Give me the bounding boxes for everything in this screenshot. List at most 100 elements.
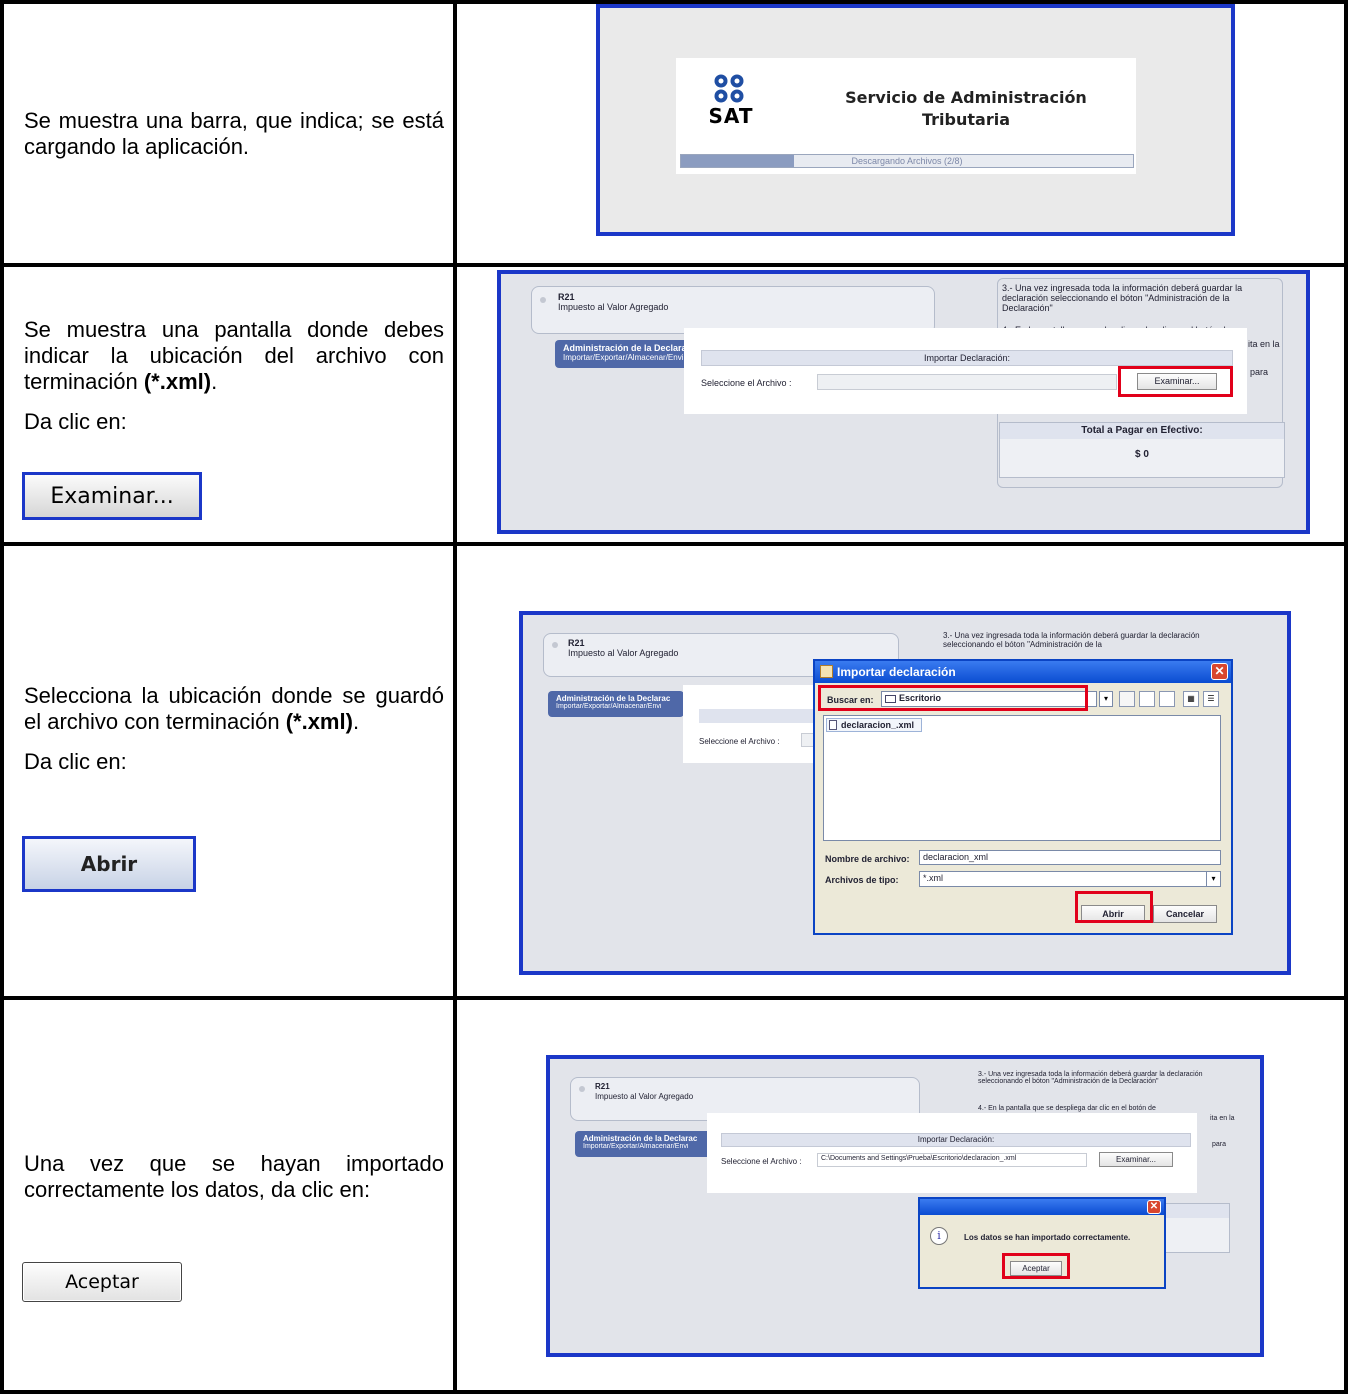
file-label: Seleccione el Archivo : [721,1157,802,1166]
close-icon[interactable]: ✕ [1211,663,1228,680]
file-list-item[interactable]: declaracion_.xml [826,718,922,732]
admin-sub: Importar/Exportar/Almacenar/Envi [583,1143,689,1150]
dialog-title-bar: Importar declaración [815,661,1231,683]
details-view-icon[interactable]: ☰ [1203,691,1219,707]
row3-desc-main: Selecciona la ubicación donde se guardó … [24,683,444,734]
toolbar-icons: ▦ ☰ [1119,691,1229,707]
r21-bullet [540,297,546,303]
admin-sub: Importar/Exportar/Almacenar/Envi [556,703,662,710]
row4-success-screenshot: R21 Impuesto al Valor Agregado Administr… [546,1055,1264,1357]
file-path-input[interactable]: C:\Documents and Settings\Prueba\Escrito… [817,1153,1087,1167]
table-border-left [0,0,4,1394]
aceptar-button-sample[interactable]: Aceptar [22,1262,182,1302]
message-text: Los datos se han importado correctamente… [964,1233,1131,1242]
org-name-line1: Servicio de Administración [845,88,1087,107]
info-icon: i [930,1227,948,1245]
instruction-tail-1: ita en la [1248,339,1280,349]
import-header-strip [699,709,823,723]
r21-desc: Impuesto al Valor Agregado [558,302,669,312]
table-border-right [1344,0,1348,1394]
table-border-bottom [0,1390,1348,1394]
total-pane-partial [1162,1203,1230,1253]
list-view-icon[interactable]: ▦ [1183,691,1199,707]
r21-code: R21 [595,1082,610,1091]
buscar-dropdown-arrow[interactable]: ▾ [1099,691,1113,707]
file-name: declaracion_.xml [841,720,915,730]
row2-desc-bold: (*.xml) [143,369,212,394]
row2-description: Se muestra una pantalla donde debes indi… [24,317,444,395]
abrir-highlight [1075,891,1153,923]
total-pane: Total a Pagar en Efectivo: $ 0 [999,422,1285,478]
tipo-label: Archivos de tipo: [825,875,899,885]
import-header: Importar Declaración: [701,350,1233,366]
row2-desc-end: . [211,369,218,394]
import-panel: Importar Declaración: Seleccione el Arch… [707,1113,1197,1193]
sat-logo-text: SAT [708,104,754,128]
total-header: Total a Pagar en Efectivo: [1000,423,1284,439]
r21-code: R21 [558,292,575,302]
row-divider-2 [0,542,1348,546]
cancelar-button[interactable]: Cancelar [1153,905,1217,923]
new-folder-icon[interactable] [1159,691,1175,707]
import-header: Importar Declaración: [721,1133,1191,1147]
file-label: Seleccione el Archivo : [699,737,780,746]
instruction-3: 3.- Una vez ingresada toda la informació… [943,631,1200,649]
tipo-dropdown-arrow[interactable]: ▾ [1206,872,1220,886]
examinar-button[interactable]: Examinar... [1099,1152,1173,1167]
admin-title: Administración de la Declarac [563,343,692,353]
row2-import-screenshot: R21 Impuesto al Valor Agregado Administr… [497,270,1310,534]
r21-code: R21 [568,638,585,648]
nombre-input[interactable]: declaracion_xml [919,850,1221,865]
table-border-mid [453,0,457,1394]
admin-title: Administración de la Declarac [583,1134,698,1143]
nombre-value: declaracion_xml [923,852,989,862]
instruction-3: 3.- Una vez ingresada toda la informació… [1002,283,1243,313]
row2-click-label: Da clic en: [24,409,127,434]
java-app-icon [820,665,833,678]
row3-description: Selecciona la ubicación donde se guardó … [24,683,444,735]
tipo-value: *.xml [923,873,943,883]
import-panel: Seleccione el Archivo : [683,685,825,763]
r21-desc: Impuesto al Valor Agregado [595,1092,694,1101]
file-path-value: C:\Documents and Settings\Prueba\Escrito… [821,1155,1017,1162]
up-folder-icon[interactable] [1119,691,1135,707]
r21-bullet [579,1086,585,1092]
file-icon [829,720,837,730]
file-path-input[interactable] [817,374,1117,390]
r21-bullet [552,642,558,648]
examinar-button-sample[interactable]: Examinar... [22,472,202,520]
tipo-select[interactable]: *.xml ▾ [919,871,1221,887]
file-list: declaracion_.xml [823,715,1221,841]
home-icon[interactable] [1139,691,1155,707]
row1-loading-screenshot: SAT Servicio de Administración Tributari… [596,4,1235,236]
admin-title: Administración de la Declarac [556,694,671,703]
total-header-strip [1163,1204,1229,1218]
admin-declaration-label[interactable]: Administración de la Declarac Importar/E… [575,1131,715,1157]
row3-desc-end: . [352,709,360,734]
instruction-tail-2: para [1212,1141,1227,1148]
row3-dialog-screenshot: R21 Impuesto al Valor Agregado Administr… [519,611,1291,975]
progress-text: Descargando Archivos (2/8) [851,156,963,166]
row2-text: Se muestra una pantalla donde debes indi… [24,317,444,445]
instruction-tail-2: para [1250,367,1269,377]
admin-declaration-label[interactable]: Administración de la Declarac Importar/E… [548,691,684,717]
file-label: Seleccione el Archivo : [701,378,792,388]
r21-pane: R21 Impuesto al Valor Agregado [531,286,935,334]
examinar-highlight [1118,366,1233,397]
r21-desc: Impuesto al Valor Agregado [568,648,679,658]
abrir-button-sample[interactable]: Abrir [22,836,196,892]
row3-click-label: Da clic en: [24,749,127,774]
admin-sub: Importar/Exportar/Almacenar/Envi [563,353,684,362]
total-value: $ 0 [1135,449,1149,460]
progress-bar: Descargando Archivos (2/8) [680,154,1134,168]
row1-description: Se muestra una barra, que indica; se est… [24,108,444,159]
instruction-3: 3.- Una vez ingresada toda la informació… [978,1071,1203,1085]
admin-declaration-label[interactable]: Administración de la Declarac Importar/E… [555,340,695,368]
row2-desc-main: Se muestra una pantalla donde debes indi… [24,317,444,394]
nombre-label: Nombre de archivo: [825,854,910,864]
org-name-line2: Tributaria [922,110,1010,129]
row1-text: Se muestra una barra, que indica; se est… [24,108,444,170]
row4-description: Una vez que se hayan importado correctam… [24,1151,444,1202]
row-divider-1 [0,263,1348,267]
close-icon[interactable]: ✕ [1147,1200,1161,1214]
